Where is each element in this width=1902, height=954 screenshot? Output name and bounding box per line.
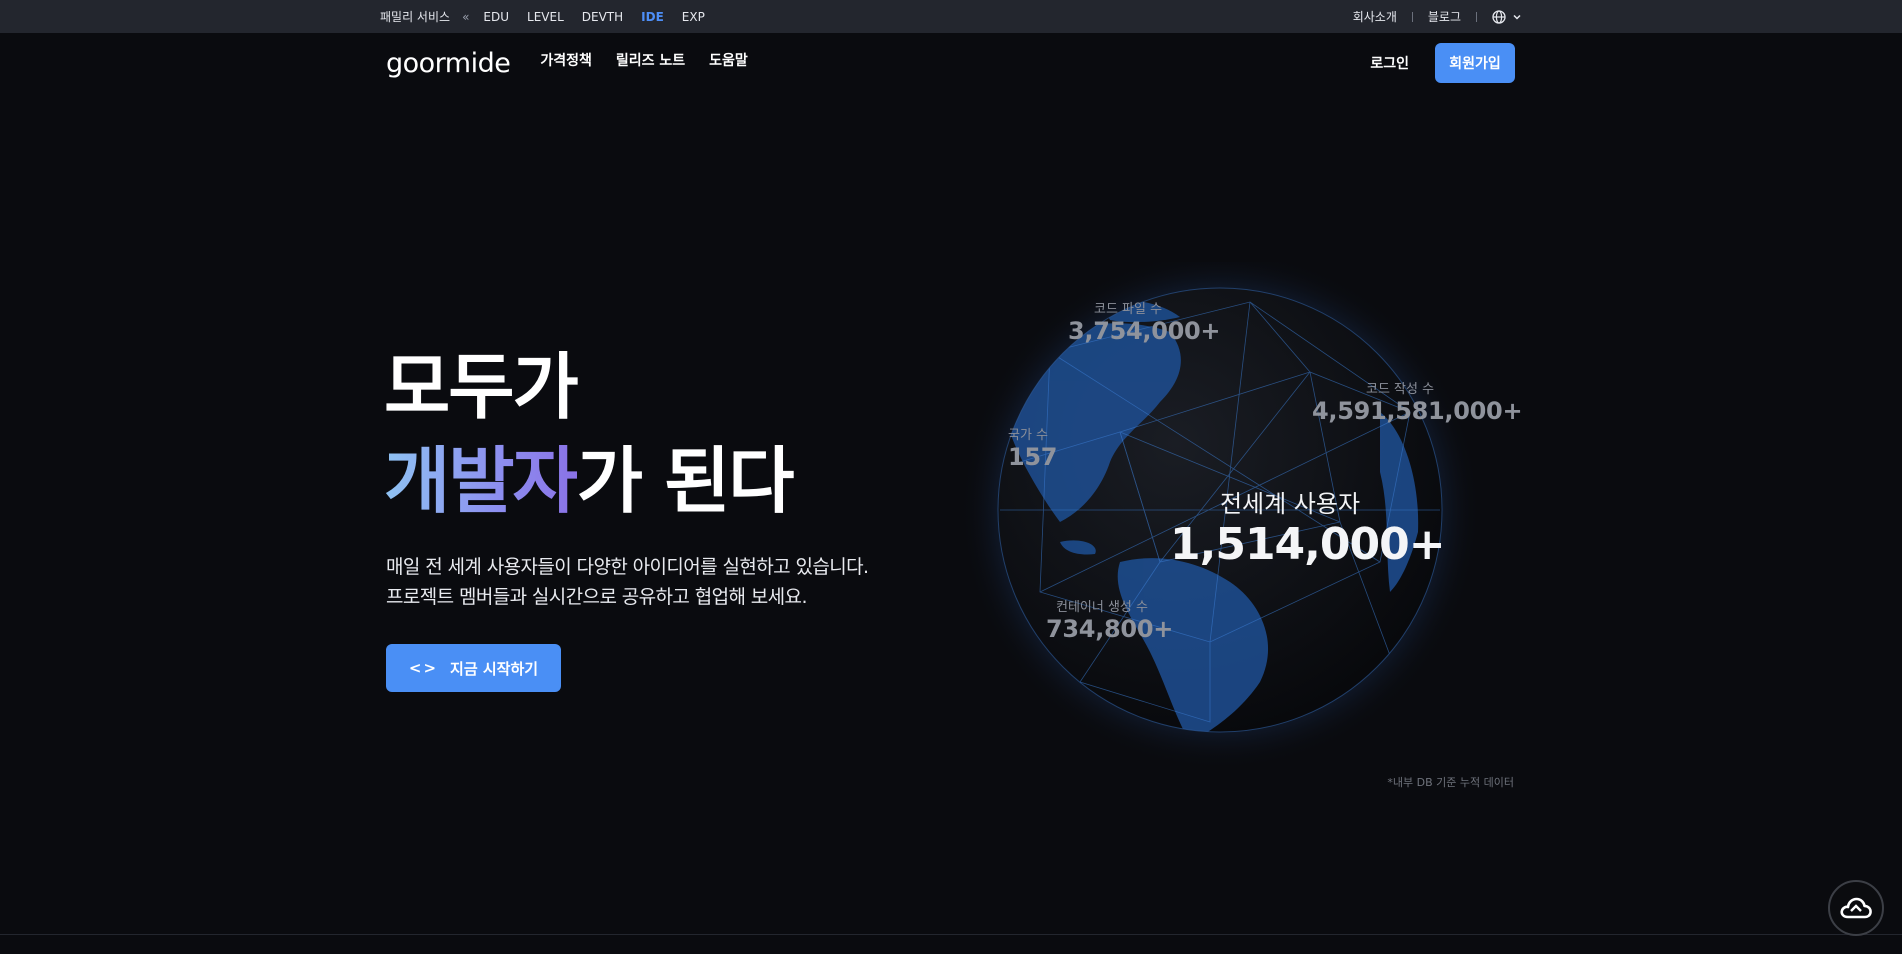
start-now-label: 지금 시작하기	[450, 659, 539, 678]
nav-pricing[interactable]: 가격정책	[540, 50, 592, 70]
cloud-chat-button[interactable]	[1828, 880, 1884, 936]
hero-desc-line2: 프로젝트 멤버들과 실시간으로 공유하고 협업해 보세요.	[386, 586, 807, 608]
start-now-button[interactable]: <> 지금 시작하기	[386, 644, 561, 692]
divider	[1411, 11, 1413, 22]
hero-title-highlight: 개발자	[384, 439, 579, 523]
family-link-level[interactable]: LEVEL	[527, 10, 564, 24]
family-link-edu[interactable]: EDU	[483, 10, 509, 24]
stat-countries-label: 국가 수	[1008, 428, 1049, 443]
hero-description: 매일 전 세계 사용자들이 다양한 아이디어를 실현하고 있습니다. 프로젝트 …	[386, 552, 869, 612]
stat-containers-value: 734,800+	[1046, 615, 1174, 643]
globe-visual: 코드 파일 수 3,754,000+ 코드 작성 수 4,591,581,000…	[960, 262, 1523, 782]
stat-containers-label: 컨테이너 생성 수	[1056, 600, 1148, 615]
code-icon: <>	[408, 659, 439, 677]
stat-countries-value: 157	[1008, 443, 1058, 471]
goormide-logo[interactable]: goormide	[386, 48, 511, 79]
language-selector[interactable]	[1492, 9, 1522, 24]
stat-code-writes-value: 4,591,581,000+	[1312, 397, 1523, 425]
family-link-devth[interactable]: DEVTH	[582, 10, 623, 24]
hero-title-line1: 모두가	[384, 345, 579, 429]
chevron-down-icon	[1513, 14, 1521, 20]
stat-users-value: 1,514,000+	[1170, 519, 1446, 570]
stat-countries: 국가 수 157	[1008, 424, 1058, 471]
company-link[interactable]: 회사소개	[1353, 8, 1397, 25]
stat-users: 전세계 사용자 1,514,000+	[1170, 484, 1446, 570]
family-link-exp[interactable]: EXP	[682, 10, 705, 24]
hero-title-line2: 개발자가 된다	[384, 434, 795, 528]
stat-containers: 컨테이너 생성 수 734,800+	[1046, 596, 1173, 643]
globe-icon	[1492, 9, 1506, 24]
stat-code-writes: 코드 작성 수 4,591,581,000+	[1312, 378, 1523, 425]
nav-help[interactable]: 도움말	[709, 50, 748, 70]
stat-code-writes-label: 코드 작성 수	[1366, 382, 1435, 397]
stat-code-files: 코드 파일 수 3,754,000+	[1068, 298, 1221, 345]
data-footnote: *내부 DB 기준 누적 데이터	[1387, 776, 1514, 789]
nav-release-notes[interactable]: 릴리즈 노트	[616, 50, 685, 70]
family-link-ide[interactable]: IDE	[641, 10, 664, 24]
hero-title: 모두가 개발자가 된다	[384, 340, 795, 528]
stat-users-label: 전세계 사용자	[1219, 490, 1361, 518]
divider	[1476, 11, 1477, 22]
main-header: goormide 가격정책 릴리즈 노트 도움말 로그인 회원가입	[386, 33, 1515, 93]
stat-code-files-value: 3,754,000+	[1068, 317, 1221, 345]
cloud-icon	[1840, 897, 1872, 919]
stat-code-files-label: 코드 파일 수	[1094, 302, 1163, 317]
divider	[0, 934, 1902, 935]
family-service-label: 패밀리 서비스	[380, 10, 451, 24]
hero-desc-line1: 매일 전 세계 사용자들이 다양한 아이디어를 실현하고 있습니다.	[386, 556, 869, 578]
chevron-left-double-icon[interactable]: «	[462, 10, 469, 24]
family-service-bar: 패밀리 서비스 « EDU LEVEL DEVTH IDE EXP 회사소개 블…	[0, 0, 1902, 33]
signup-button[interactable]: 회원가입	[1435, 43, 1515, 83]
hero-title-rest: 가 된다	[576, 439, 795, 523]
login-link[interactable]: 로그인	[1370, 53, 1409, 73]
blog-link[interactable]: 블로그	[1428, 8, 1461, 25]
